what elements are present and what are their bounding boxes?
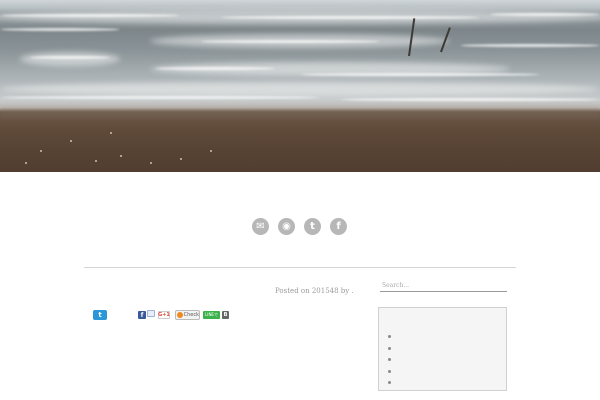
social-links: ✉ ◉ t f <box>252 218 347 235</box>
googleplus-label: G+1 <box>158 312 170 318</box>
twitter-share-icon: t <box>98 311 102 319</box>
posted-prefix: Posted on <box>275 287 312 295</box>
wave-foam <box>20 52 120 66</box>
check-icon <box>177 312 183 318</box>
wet-sand <box>0 108 600 118</box>
wave-line <box>155 67 275 70</box>
tweet-button[interactable]: t <box>93 310 107 320</box>
widget-list-item[interactable] <box>388 343 391 355</box>
widget-list-item[interactable] <box>388 377 391 389</box>
check-label: Check <box>183 312 199 318</box>
shell-speck <box>120 155 122 157</box>
check-button[interactable]: Check <box>175 310 200 320</box>
widget-list <box>388 331 391 389</box>
shell-speck <box>25 162 27 164</box>
shell-speck <box>40 150 42 152</box>
wave-line <box>0 96 320 99</box>
sidebar-widget <box>378 307 507 391</box>
shell-speck <box>210 150 212 152</box>
wave-line <box>300 73 540 76</box>
rss-icon[interactable]: ◉ <box>278 218 295 235</box>
post-date-link[interactable]: 201548 <box>312 287 339 295</box>
bullet-icon <box>388 369 391 373</box>
wave-line <box>30 56 110 59</box>
hero-image <box>0 0 600 172</box>
wave-line <box>220 16 480 19</box>
rss-glyph: ◉ <box>282 220 291 232</box>
post-meta: Posted on 201548 by . <box>275 287 354 295</box>
bullet-icon <box>388 358 391 362</box>
wave-foam <box>0 82 600 96</box>
bullet-icon <box>388 335 391 339</box>
wave-line <box>460 44 600 47</box>
hatena-bookmark-button[interactable]: B <box>222 311 229 319</box>
hatena-icon: B <box>223 312 228 318</box>
wave-line <box>340 98 600 101</box>
shell-speck <box>110 132 112 134</box>
wave-line <box>0 28 120 31</box>
line-label: LINEで <box>205 312 218 317</box>
content-divider <box>84 267 516 268</box>
bullet-icon <box>388 346 391 350</box>
facebook-share-icon: f <box>140 311 144 319</box>
mail-icon[interactable]: ✉ <box>252 218 269 235</box>
line-share-button[interactable]: LINEで <box>203 311 220 319</box>
shell-speck <box>70 140 72 142</box>
googleplus-button[interactable]: G+1 <box>158 311 170 319</box>
shell-speck <box>150 162 152 164</box>
twitter-glyph: t <box>310 220 315 232</box>
facebook-share-button[interactable]: f <box>138 311 146 319</box>
posted-by: by . <box>338 287 354 295</box>
bullet-icon <box>388 381 391 385</box>
facebook-icon[interactable]: f <box>330 218 347 235</box>
shell-speck <box>95 160 97 162</box>
widget-list-item[interactable] <box>388 354 391 366</box>
facebook-glyph: f <box>336 220 341 232</box>
widget-list-item[interactable] <box>388 366 391 378</box>
wave-line <box>0 14 180 17</box>
twitter-icon[interactable]: t <box>304 218 321 235</box>
mail-glyph: ✉ <box>256 220 265 232</box>
wave-line <box>490 13 600 16</box>
widget-list-item[interactable] <box>388 331 391 343</box>
facebook-share-count <box>147 310 155 317</box>
search-input[interactable] <box>380 279 507 292</box>
shell-speck <box>180 158 182 160</box>
wave-line <box>200 40 380 43</box>
